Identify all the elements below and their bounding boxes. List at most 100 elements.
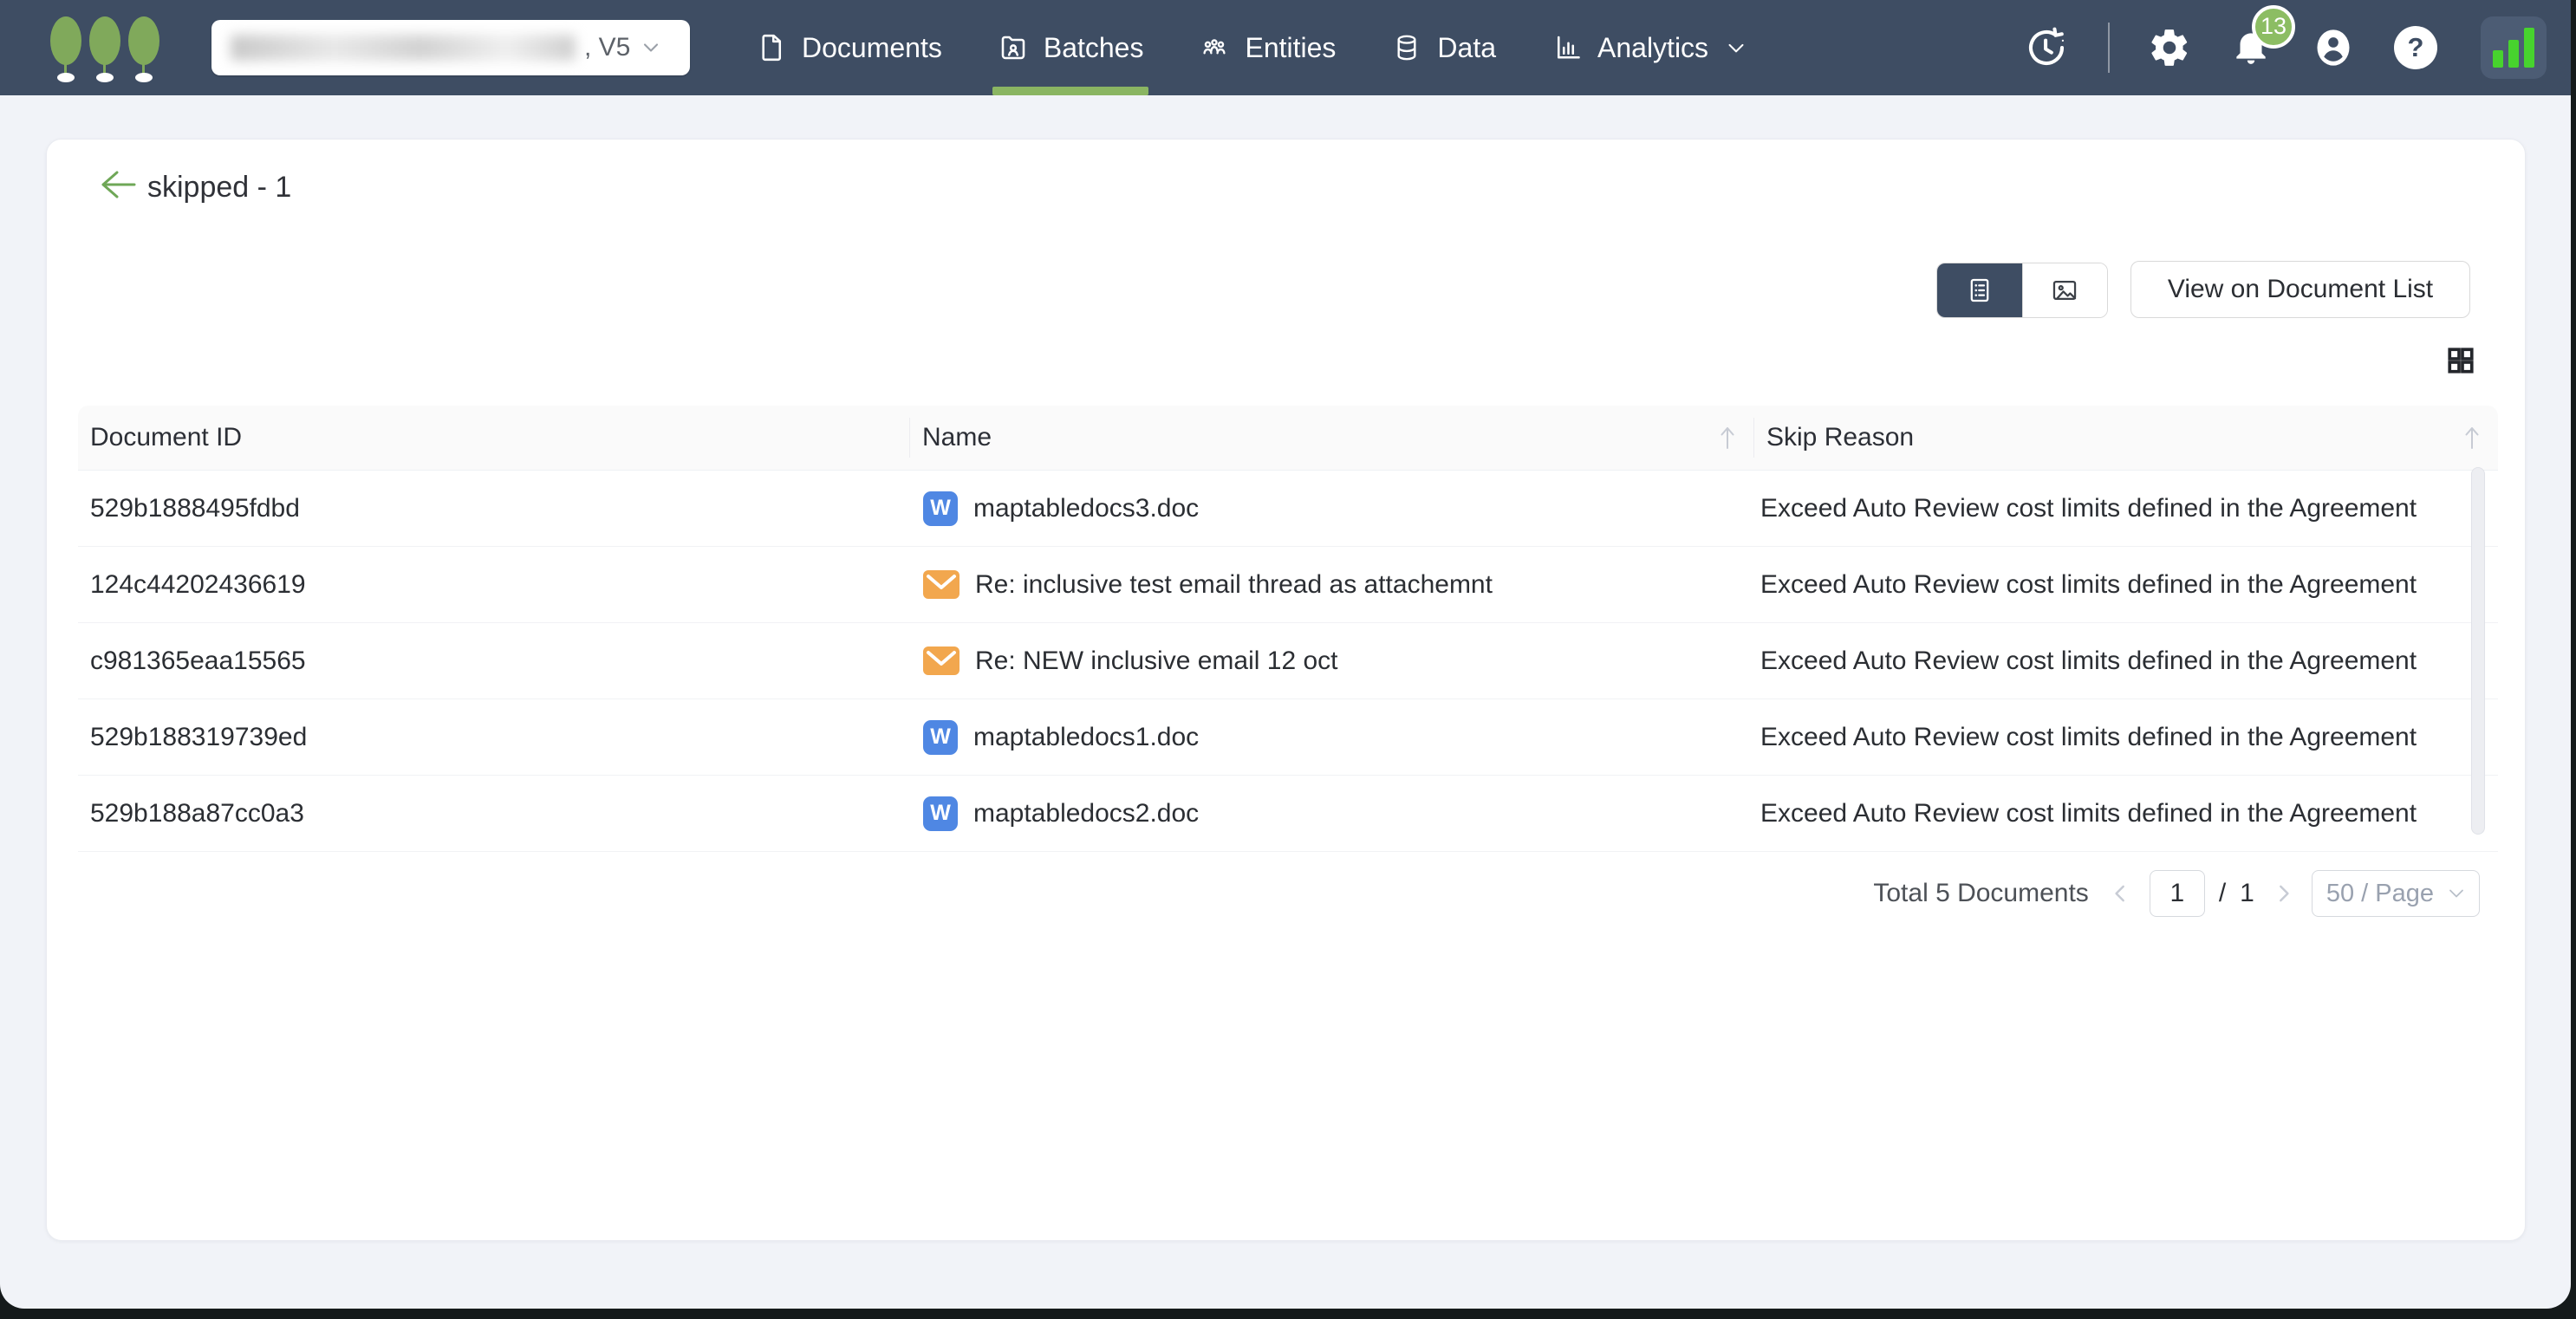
nav-item-data[interactable]: Data <box>1363 0 1524 95</box>
cell-skip-reason: Exceed Auto Review cost limits defined i… <box>1753 799 2498 828</box>
table-row[interactable]: 529b188319739ed W maptabledocs1.doc Exce… <box>78 699 2498 776</box>
cell-name: W maptabledocs2.doc <box>909 796 1753 831</box>
batches-icon <box>998 32 1029 63</box>
table-row[interactable]: c981365eaa15565 Re: NEW inclusive email … <box>78 623 2498 699</box>
app-logo-trees-icon[interactable] <box>49 13 161 82</box>
nav-label: Batches <box>1044 32 1144 64</box>
next-page-button[interactable] <box>2272 882 2294 905</box>
nav-item-analytics[interactable]: Analytics <box>1524 0 1777 95</box>
sort-arrow-icon[interactable] <box>2463 424 2481 452</box>
nav-label: Data <box>1437 32 1496 64</box>
table-body: 529b1888495fdbd W maptabledocs3.doc Exce… <box>78 471 2498 852</box>
table-row[interactable]: 529b1888495fdbd W maptabledocs3.doc Exce… <box>78 471 2498 547</box>
table-scrollbar-thumb[interactable] <box>2471 467 2485 835</box>
table-row[interactable]: 124c44202436619 Re: inclusive test email… <box>78 547 2498 623</box>
nav-item-batches[interactable]: Batches <box>970 0 1172 95</box>
image-view-icon <box>2050 276 2079 305</box>
analytics-app-tile-icon[interactable] <box>2481 16 2547 79</box>
cell-document-id: 124c44202436619 <box>78 570 909 600</box>
cell-name: Re: NEW inclusive email 12 oct <box>909 647 1753 676</box>
user-avatar-icon[interactable] <box>2311 23 2356 72</box>
page-size-select[interactable]: 50 / Page <box>2312 870 2480 917</box>
cell-skip-reason: Exceed Auto Review cost limits defined i… <box>1753 494 2498 523</box>
help-button[interactable]: ? <box>2394 26 2437 69</box>
column-label: Document ID <box>90 423 242 452</box>
nav-label: Analytics <box>1597 32 1708 64</box>
top-navbar: , V5 Documents Batches Entities Data <box>0 0 2571 95</box>
view-mode-toggle <box>1936 263 2108 318</box>
cell-name: Re: inclusive test email thread as attac… <box>909 570 1753 600</box>
masked-workspace-name <box>231 35 576 61</box>
chevron-left-icon <box>2110 882 2132 905</box>
chevron-down-icon <box>2446 883 2467 904</box>
list-view-icon <box>1965 276 1994 305</box>
page-separator: / <box>2219 879 2226 908</box>
back-arrow-icon <box>98 167 138 202</box>
table-header: Document ID Name Skip Reason <box>78 406 2498 471</box>
view-on-document-list-button[interactable]: View on Document List <box>2130 261 2470 318</box>
document-name: maptabledocs1.doc <box>973 723 1199 752</box>
tree-icon <box>127 16 161 82</box>
cell-name: W maptabledocs1.doc <box>909 720 1753 755</box>
cell-document-id: 529b188a87cc0a3 <box>78 799 909 828</box>
column-label: Name <box>922 423 992 452</box>
data-icon <box>1391 32 1422 63</box>
notification-count-badge: 13 <box>2252 5 2295 49</box>
tree-icon <box>49 16 83 82</box>
divider <box>2108 23 2110 73</box>
cell-document-id: 529b188319739ed <box>78 723 909 752</box>
page-title: skipped - 1 <box>147 171 291 205</box>
question-mark-icon: ? <box>2408 32 2424 63</box>
cell-skip-reason: Exceed Auto Review cost limits defined i… <box>1753 647 2498 676</box>
cell-document-id: c981365eaa15565 <box>78 647 909 676</box>
grid-icon <box>2446 346 2475 375</box>
total-documents-label: Total 5 Documents <box>1873 879 2088 908</box>
chevron-right-icon <box>2272 882 2294 905</box>
bar-chart-icon <box>2493 50 2503 68</box>
column-settings-button[interactable] <box>2446 346 2475 375</box>
list-view-toggle[interactable] <box>1937 263 2022 317</box>
page-number-input[interactable] <box>2150 870 2205 917</box>
gear-icon[interactable] <box>2148 26 2191 69</box>
cell-document-id: 529b1888495fdbd <box>78 494 909 523</box>
document-name: maptabledocs2.doc <box>973 799 1199 828</box>
tree-icon <box>88 16 122 82</box>
content-card: skipped - 1 View on Document List Docume… <box>46 139 2526 1241</box>
nav-item-entities[interactable]: Entities <box>1171 0 1363 95</box>
sort-arrow-icon[interactable] <box>1719 424 1736 452</box>
word-file-icon: W <box>923 491 958 526</box>
word-file-icon: W <box>923 796 958 831</box>
app-window: , V5 Documents Batches Entities Data <box>0 0 2571 1309</box>
analytics-icon <box>1551 32 1583 63</box>
document-name: Re: NEW inclusive email 12 oct <box>975 647 1337 676</box>
cell-skip-reason: Exceed Auto Review cost limits defined i… <box>1753 570 2498 600</box>
email-file-icon <box>923 570 959 599</box>
document-name: Re: inclusive test email thread as attac… <box>975 570 1493 600</box>
notifications-button[interactable]: 13 <box>2229 24 2273 72</box>
history-icon[interactable] <box>2023 24 2070 71</box>
workspace-version-label: , V5 <box>584 33 630 62</box>
cell-name: W maptabledocs3.doc <box>909 491 1753 526</box>
table-row[interactable]: 529b188a87cc0a3 W maptabledocs2.doc Exce… <box>78 776 2498 852</box>
topbar-right-cluster: 13 ? <box>2023 16 2547 79</box>
entities-icon <box>1199 32 1230 63</box>
workspace-selector[interactable]: , V5 <box>211 20 690 75</box>
primary-nav: Documents Batches Entities Data Analytic… <box>728 0 1777 95</box>
column-label: Skip Reason <box>1766 423 1914 452</box>
page-size-value: 50 / Page <box>2326 880 2434 908</box>
nav-item-documents[interactable]: Documents <box>728 0 970 95</box>
document-name: maptabledocs3.doc <box>973 494 1199 523</box>
column-header-name[interactable]: Name <box>909 418 1753 458</box>
column-header-document-id[interactable]: Document ID <box>78 418 909 458</box>
pagination-bar: Total 5 Documents / 1 50 / Page <box>1873 869 2480 918</box>
image-view-toggle[interactable] <box>2022 263 2108 317</box>
skipped-documents-table: Document ID Name Skip Reason 529b1888495… <box>78 406 2498 852</box>
chevron-down-icon <box>639 36 663 60</box>
previous-page-button[interactable] <box>2110 882 2132 905</box>
column-header-skip-reason[interactable]: Skip Reason <box>1753 418 2498 458</box>
back-button[interactable] <box>97 166 139 204</box>
email-file-icon <box>923 647 959 675</box>
email-file-icon <box>923 570 959 599</box>
cell-skip-reason: Exceed Auto Review cost limits defined i… <box>1753 723 2498 752</box>
nav-label: Entities <box>1245 32 1336 64</box>
